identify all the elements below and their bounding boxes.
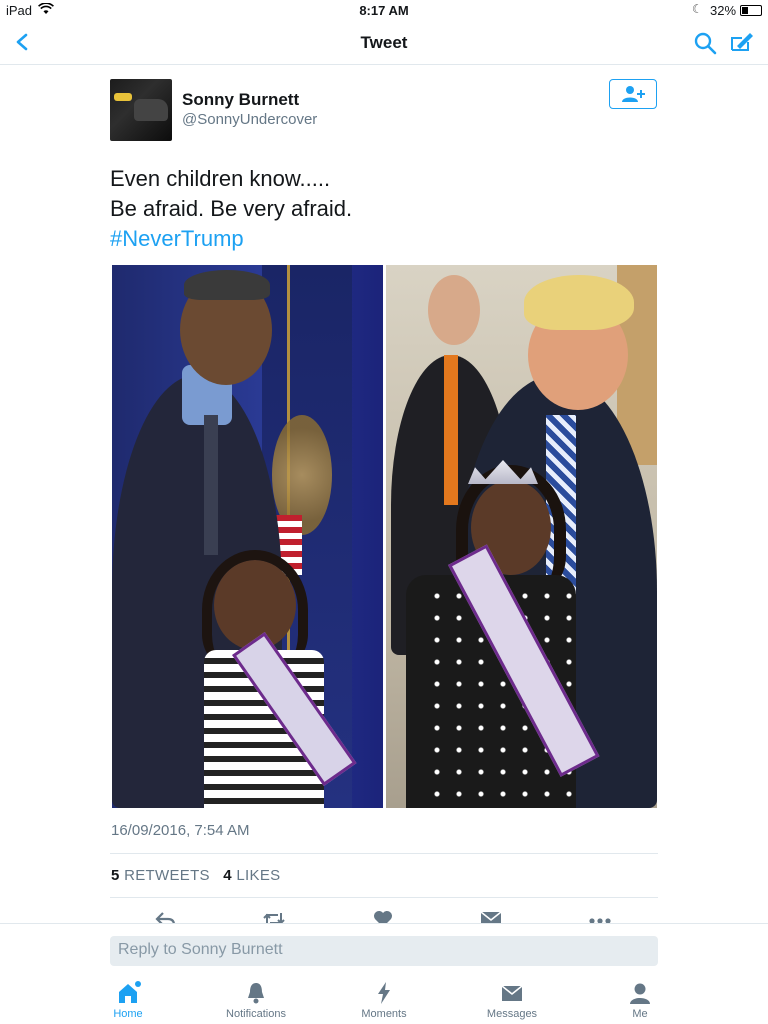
tab-messages[interactable]: Messages bbox=[452, 981, 572, 1020]
tweet-actions bbox=[110, 908, 658, 924]
tweet-stats: 5 RETWEETS 4 LIKES bbox=[111, 867, 280, 884]
like-icon[interactable] bbox=[373, 910, 397, 924]
retweet-icon[interactable] bbox=[262, 910, 286, 924]
author-handle[interactable]: @SonnyUndercover bbox=[182, 111, 317, 128]
page-title: Tweet bbox=[360, 33, 408, 52]
add-user-icon bbox=[622, 86, 645, 102]
tweet-line-2: Be afraid. Be very afraid. bbox=[110, 196, 353, 221]
retweet-label: RETWEETS bbox=[124, 867, 210, 884]
reply-bar: Reply to Sonny Burnett bbox=[0, 923, 768, 975]
photo-left-panel bbox=[112, 265, 383, 808]
envelope-icon bbox=[500, 981, 524, 1005]
tab-me[interactable]: Me bbox=[580, 981, 700, 1020]
tab-messages-label: Messages bbox=[486, 1008, 538, 1020]
clock: 8:17 AM bbox=[359, 3, 409, 18]
tweet-timestamp: 16/09/2016, 7:54 AM bbox=[111, 822, 250, 839]
follow-button[interactable] bbox=[609, 79, 657, 109]
tab-moments[interactable]: Moments bbox=[324, 981, 444, 1020]
avatar[interactable] bbox=[110, 79, 172, 141]
tab-home-label: Home bbox=[113, 1008, 143, 1020]
divider bbox=[110, 853, 658, 854]
retweet-count: 5 bbox=[111, 867, 120, 884]
likes-stat[interactable]: 4 LIKES bbox=[223, 867, 280, 884]
lightning-icon bbox=[372, 981, 396, 1005]
retweets-stat[interactable]: 5 RETWEETS bbox=[111, 867, 210, 884]
tab-me-label: Me bbox=[632, 1008, 648, 1020]
divider bbox=[110, 897, 658, 898]
status-bar: iPad 8:17 AM ☾ 32% bbox=[0, 0, 768, 22]
search-icon[interactable] bbox=[692, 30, 718, 56]
like-label: LIKES bbox=[236, 867, 281, 884]
home-icon bbox=[116, 981, 141, 1005]
tab-notifications-label: Notifications bbox=[226, 1008, 286, 1020]
reply-icon[interactable] bbox=[154, 910, 178, 924]
battery-percent: 32% bbox=[710, 3, 737, 18]
person-icon bbox=[628, 981, 652, 1005]
more-icon[interactable] bbox=[588, 910, 612, 924]
tab-home[interactable]: Home bbox=[68, 981, 188, 1020]
reply-input[interactable]: Reply to Sonny Burnett bbox=[110, 936, 658, 966]
tab-moments-label: Moments bbox=[361, 1008, 407, 1020]
tweet-text: Even children know..... Be afraid. Be ve… bbox=[110, 164, 352, 254]
compose-icon[interactable] bbox=[728, 28, 756, 56]
photo-right-panel bbox=[386, 265, 657, 808]
message-icon[interactable] bbox=[480, 910, 504, 924]
bell-icon bbox=[244, 981, 268, 1005]
tweet-line-1: Even children know..... bbox=[110, 166, 331, 191]
tweet-photo[interactable] bbox=[112, 265, 657, 808]
battery-icon bbox=[740, 5, 762, 16]
do-not-disturb-icon: ☾ bbox=[692, 2, 703, 16]
hashtag-link[interactable]: #NeverTrump bbox=[110, 224, 352, 254]
navigation-bar: Tweet bbox=[0, 22, 768, 65]
author-name[interactable]: Sonny Burnett bbox=[182, 90, 299, 110]
tab-bar: Home Notifications Moments Messages Me bbox=[0, 975, 768, 1024]
tab-notifications[interactable]: Notifications bbox=[196, 981, 316, 1020]
like-count: 4 bbox=[223, 867, 232, 884]
